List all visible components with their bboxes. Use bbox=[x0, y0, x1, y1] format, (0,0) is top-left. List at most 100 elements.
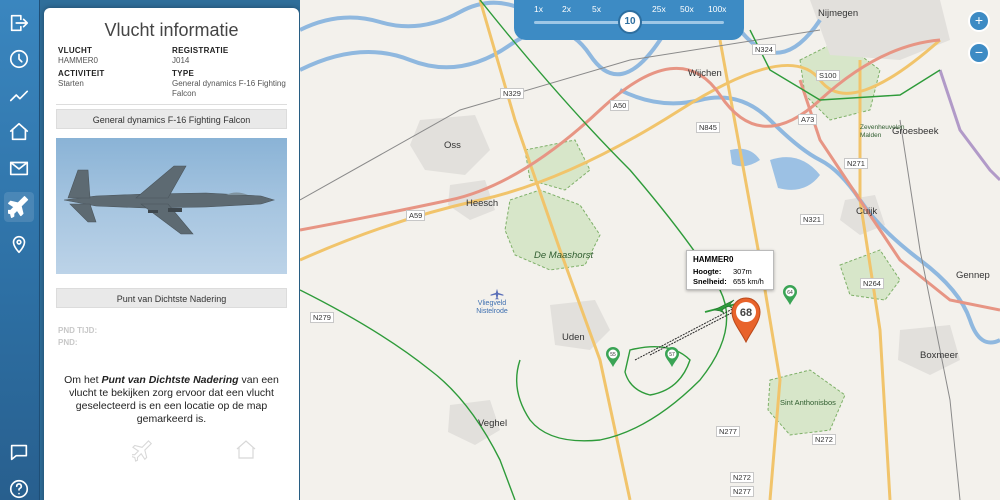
zoom-in-button[interactable]: + bbox=[968, 10, 990, 32]
place-label: Oss bbox=[444, 140, 461, 151]
pdn-time-label: PND TIJD: bbox=[58, 326, 98, 335]
marker-count-label: 68 bbox=[740, 307, 752, 319]
road-label: N272 bbox=[812, 434, 836, 445]
altitude-label: Hoogte: bbox=[693, 267, 722, 276]
registration-label: REGISTRATIE bbox=[172, 46, 229, 55]
location-icon bbox=[12, 235, 26, 254]
closest-approach-marker[interactable]: 68 bbox=[730, 296, 762, 344]
road-label: N271 bbox=[844, 158, 868, 169]
aircraft-type-bar: General dynamics F-16 Fighting Falcon bbox=[56, 109, 287, 129]
speed-option[interactable]: 1x bbox=[534, 4, 543, 14]
aircraft-marker[interactable]: 64 bbox=[782, 284, 798, 306]
road-label: A73 bbox=[798, 114, 818, 125]
place-label: Nijmegen bbox=[818, 8, 859, 19]
playback-speed-control: 1x 2x 5x 25x 50x 100x 10 bbox=[514, 0, 744, 40]
aircraft-marker[interactable]: 55 bbox=[605, 346, 621, 368]
mail-icon bbox=[9, 161, 29, 176]
speed-option[interactable]: 5x bbox=[592, 4, 601, 14]
home-icon bbox=[9, 122, 29, 141]
help-icon bbox=[9, 479, 29, 499]
house-faint-icon bbox=[236, 440, 256, 459]
type-field: TYPE General dynamics F-16 Fighting Falc… bbox=[172, 69, 292, 99]
speed-option[interactable]: 25x bbox=[652, 4, 666, 14]
flight-info-panel: Vlucht informatie VLUCHT HAMMER0 REGISTR… bbox=[44, 8, 299, 500]
chart-icon bbox=[9, 90, 29, 102]
road-label: A59 bbox=[406, 210, 426, 221]
logout-button[interactable] bbox=[4, 8, 34, 38]
place-label: Sint Anthonisbos bbox=[780, 398, 836, 407]
marker-number: 57 bbox=[669, 352, 675, 358]
speed-option[interactable]: 50x bbox=[680, 4, 694, 14]
activity-value: Starten bbox=[58, 79, 84, 88]
help-button[interactable] bbox=[4, 474, 34, 500]
aircraft-marker[interactable]: 57 bbox=[664, 346, 680, 368]
road-label: S100 bbox=[816, 70, 840, 81]
history-button[interactable] bbox=[4, 44, 34, 74]
speed-value: 655 km/h bbox=[733, 277, 764, 286]
speed-option[interactable]: 100x bbox=[708, 4, 726, 14]
clock-icon bbox=[9, 49, 29, 69]
road-label: N279 bbox=[310, 312, 334, 323]
sidebar bbox=[0, 0, 40, 500]
speed-slider-knob[interactable]: 10 bbox=[618, 10, 642, 34]
place-label: Boxmeer bbox=[920, 350, 959, 361]
place-label: Heesch bbox=[466, 198, 499, 209]
tooltip-altitude-row: Hoogte: 307m bbox=[693, 267, 767, 277]
road-label: N329 bbox=[500, 88, 524, 99]
tooltip-callsign: HAMMER0 bbox=[693, 255, 734, 264]
speed-option[interactable]: 2x bbox=[562, 4, 571, 14]
message-emphasis: Punt van Dichtste Nadering bbox=[101, 374, 239, 386]
flight-tooltip: HAMMER0 Hoogte: 307m Snelheid: 655 km/h bbox=[686, 250, 774, 290]
road-label: N272 bbox=[730, 472, 754, 483]
road-label: N277 bbox=[730, 486, 754, 497]
aircraft-photo bbox=[56, 138, 287, 274]
place-label: Vliegveld Nistelrode bbox=[476, 300, 508, 315]
logout-icon bbox=[10, 14, 29, 32]
chat-button[interactable] bbox=[4, 437, 34, 467]
activity-field: ACTIVITEIT Starten bbox=[58, 69, 105, 89]
home-button[interactable] bbox=[4, 117, 34, 147]
place-label: Cuijk bbox=[856, 206, 878, 217]
flights-button[interactable] bbox=[4, 192, 34, 222]
altitude-value: 307m bbox=[733, 267, 752, 276]
marker-number: 55 bbox=[610, 352, 616, 358]
closest-approach-message: Om het Punt van Dichtste Nadering van ee… bbox=[58, 374, 285, 426]
statistics-button[interactable] bbox=[4, 80, 34, 110]
zoom-out-button[interactable]: − bbox=[968, 42, 990, 64]
plane-icon bbox=[8, 196, 29, 218]
airfield-icon bbox=[490, 288, 504, 300]
flight-value: HAMMER0 bbox=[58, 56, 99, 65]
registration-field: REGISTRATIE J014 bbox=[172, 46, 229, 66]
place-label: De Maashorst bbox=[534, 250, 594, 261]
chat-icon bbox=[10, 444, 28, 461]
map[interactable]: Nijmegen Wijchen Oss Groesbeek Heesch Cu… bbox=[300, 0, 1000, 500]
plane-faint-icon bbox=[132, 440, 153, 462]
tooltip-speed-row: Snelheid: 655 km/h bbox=[693, 277, 767, 287]
type-label: TYPE bbox=[172, 69, 195, 78]
type-value: General dynamics F-16 Fighting Falcon bbox=[172, 79, 286, 98]
message-text-start: Om het bbox=[64, 374, 102, 386]
place-label: Zevenheuvelen Malden bbox=[860, 124, 905, 139]
place-label: Veghel bbox=[478, 418, 508, 429]
flight-label: VLUCHT bbox=[58, 46, 93, 55]
road-label: A50 bbox=[610, 100, 630, 111]
location-button[interactable] bbox=[4, 229, 34, 259]
road-label: N321 bbox=[800, 214, 824, 225]
marker-number: 64 bbox=[787, 290, 793, 296]
road-label: N277 bbox=[716, 426, 740, 437]
place-label: Wijchen bbox=[688, 68, 722, 79]
road-label: N264 bbox=[860, 278, 884, 289]
pdn-label: PND: bbox=[58, 338, 78, 347]
place-label: Gennep bbox=[956, 270, 990, 281]
closest-approach-bar: Punt van Dichtste Nadering bbox=[56, 288, 287, 308]
map-canvas bbox=[300, 0, 1000, 500]
place-label: Uden bbox=[562, 332, 585, 343]
divider bbox=[56, 104, 287, 105]
speed-label: Snelheid: bbox=[693, 277, 727, 286]
flight-field: VLUCHT HAMMER0 bbox=[58, 46, 98, 66]
mail-button[interactable] bbox=[4, 153, 34, 183]
road-label: N845 bbox=[696, 122, 720, 133]
registration-value: J014 bbox=[172, 56, 190, 65]
road-label: N324 bbox=[752, 44, 776, 55]
activity-label: ACTIVITEIT bbox=[58, 69, 105, 78]
